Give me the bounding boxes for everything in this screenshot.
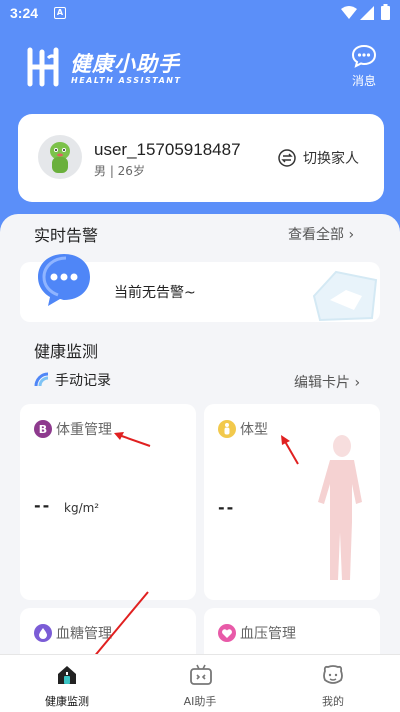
body-silhouette-icon bbox=[318, 435, 362, 580]
edit-cards-link[interactable]: 编辑卡片 › bbox=[294, 372, 360, 392]
user-gender-age: 男 | 26岁 bbox=[94, 164, 145, 178]
main-panel: 实时告警 查看全部 › 当前无告警~ 健康监测 手动记录 编辑卡片 › B 体重… bbox=[0, 214, 400, 654]
weight-card-title: B 体重管理 bbox=[34, 419, 112, 439]
alert-empty-text: 当前无告警~ bbox=[114, 285, 196, 301]
mascot-avatar-icon bbox=[50, 142, 70, 173]
switch-family-button[interactable]: 切换家人 bbox=[278, 147, 359, 169]
chat-icon bbox=[351, 44, 377, 68]
message-button[interactable]: 消息 bbox=[344, 44, 384, 92]
robot-icon bbox=[190, 664, 212, 685]
nav-item-health-monitor[interactable]: 健康监测 bbox=[0, 655, 134, 712]
blood-pressure-title-label: 血压管理 bbox=[240, 626, 296, 642]
face-icon bbox=[323, 665, 343, 684]
nav-label-ai-assistant: AI助手 bbox=[183, 695, 217, 708]
battery-icon bbox=[381, 4, 390, 20]
home-icon bbox=[58, 666, 76, 684]
switch-family-label: 切换家人 bbox=[303, 151, 359, 167]
blood-sugar-card[interactable]: 血糖管理 bbox=[20, 608, 196, 654]
heart-icon bbox=[218, 624, 236, 642]
drop-icon bbox=[34, 624, 52, 642]
manual-record-button[interactable]: 手动记录 bbox=[34, 370, 111, 390]
avatar[interactable] bbox=[38, 135, 82, 179]
app-subtitle: HEALTH ASSISTANT bbox=[71, 76, 182, 85]
notification-icon: A bbox=[54, 7, 66, 19]
body-shape-card[interactable]: 体型 -- bbox=[204, 404, 380, 600]
blood-sugar-card-title: 血糖管理 bbox=[34, 623, 112, 643]
status-bar: 3:24 A bbox=[0, 0, 400, 28]
blood-pressure-card-title: 血压管理 bbox=[218, 623, 296, 643]
app-title: 健康小助手 bbox=[70, 52, 180, 76]
weight-b-icon: B bbox=[34, 420, 52, 438]
wifi-icon bbox=[341, 6, 357, 19]
weight-unit: kg/m² bbox=[64, 501, 100, 515]
manual-record-label: 手动记录 bbox=[55, 373, 111, 389]
weight-title-label: 体重管理 bbox=[56, 422, 112, 438]
swap-icon bbox=[278, 149, 296, 167]
body-shape-card-title: 体型 bbox=[218, 419, 268, 439]
user-name: user_15705918487 bbox=[94, 140, 241, 159]
blood-sugar-title-label: 血糖管理 bbox=[56, 626, 112, 642]
bottom-nav: 健康监测 AI助手 我的 bbox=[0, 654, 400, 712]
message-label: 消息 bbox=[351, 74, 376, 88]
monitor-title: 健康监测 bbox=[34, 342, 99, 361]
blood-pressure-card[interactable]: 血压管理 bbox=[204, 608, 380, 654]
nav-item-mine[interactable]: 我的 bbox=[266, 655, 400, 712]
body-icon bbox=[218, 420, 236, 438]
status-time: 3:24 bbox=[10, 5, 39, 21]
alerts-title: 实时告警 bbox=[34, 226, 99, 245]
alert-bubble-icon bbox=[38, 254, 90, 306]
view-all-link[interactable]: 查看全部 › bbox=[288, 224, 354, 244]
alert-decoration-icon bbox=[312, 270, 378, 322]
body-shape-title-label: 体型 bbox=[240, 422, 268, 438]
nav-label-mine: 我的 bbox=[322, 695, 344, 708]
nav-item-ai-assistant[interactable]: AI助手 bbox=[133, 655, 267, 712]
weight-value: -- bbox=[34, 496, 52, 515]
manual-record-icon bbox=[34, 372, 49, 387]
body-shape-value: -- bbox=[218, 498, 236, 517]
weight-card[interactable]: B 体重管理 -- kg/m² bbox=[20, 404, 196, 600]
signal-icon bbox=[360, 6, 374, 20]
app-logo-icon bbox=[27, 47, 59, 87]
user-card[interactable]: user_15705918487 男 | 26岁 切换家人 bbox=[18, 114, 384, 202]
nav-label-health-monitor: 健康监测 bbox=[45, 695, 89, 708]
